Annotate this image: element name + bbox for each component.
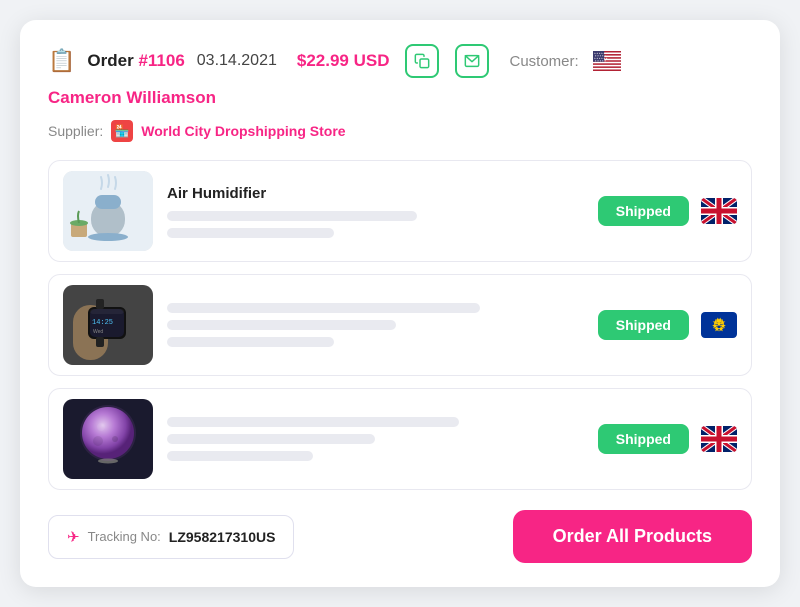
skeleton-2b — [167, 320, 396, 330]
product-right-2: Shipped — [598, 310, 737, 340]
order-all-products-button[interactable]: Order All Products — [513, 510, 752, 563]
product-item-1: Air Humidifier Shipped — [48, 160, 752, 262]
email-button[interactable] — [455, 44, 489, 78]
customer-name: Cameron Williamson — [48, 88, 216, 108]
product-image-1 — [63, 171, 153, 251]
skeleton-2a — [167, 303, 480, 313]
order-amount: $22.99 USD — [297, 51, 390, 71]
svg-text:14:25: 14:25 — [92, 319, 113, 327]
tracking-box: ✈ Tracking No: LZ958217310US — [48, 515, 294, 559]
header-row: 📋 Order #1106 03.14.2021 $22.99 USD Cust… — [48, 44, 752, 108]
shipped-badge-1: Shipped — [598, 196, 689, 226]
tracking-number: LZ958217310US — [169, 529, 276, 545]
skeleton-1b — [167, 228, 334, 238]
supplier-name: World City Dropshipping Store — [141, 123, 345, 139]
product-list: Air Humidifier Shipped — [48, 160, 752, 490]
order-label: Order #1106 — [87, 51, 184, 71]
footer-row: ✈ Tracking No: LZ958217310US Order All P… — [48, 510, 752, 563]
order-number: #1106 — [138, 51, 184, 70]
skeleton-2c — [167, 337, 334, 347]
customer-label: Customer: — [509, 53, 578, 70]
product-info-1: Air Humidifier — [167, 185, 584, 238]
us-flag-icon: ★ ★ ★ ★ ★ ★ ★ ★ ★ ★ ★ ★ ★ ★ ★ ★ ★ ★ ★ ★ … — [593, 51, 621, 71]
order-document-icon: 📋 — [48, 48, 75, 74]
eu-flag-icon-2 — [701, 312, 737, 338]
skeleton-3c — [167, 451, 313, 461]
product-name-1: Air Humidifier — [167, 185, 584, 202]
supplier-row: Supplier: 🏪 World City Dropshipping Stor… — [48, 120, 752, 142]
tracking-plane-icon: ✈ — [67, 528, 80, 546]
svg-text:Wed: Wed — [93, 329, 103, 335]
order-date: 03.14.2021 — [197, 52, 277, 70]
copy-button[interactable] — [405, 44, 439, 78]
supplier-store-icon: 🏪 — [111, 120, 133, 142]
skeleton-1a — [167, 211, 417, 221]
product-image-2: 14:25 Wed — [63, 285, 153, 365]
product-item-2: 14:25 Wed Shipped — [48, 274, 752, 376]
tracking-label: Tracking No: — [88, 529, 161, 544]
product-right-1: Shipped — [598, 196, 737, 226]
uk-flag-icon-1 — [701, 198, 737, 224]
svg-text:★ ★ ★ ★ ★: ★ ★ ★ ★ ★ — [594, 60, 605, 63]
product-info-2 — [167, 303, 584, 347]
order-card: 📋 Order #1106 03.14.2021 $22.99 USD Cust… — [20, 20, 780, 587]
product-right-3: Shipped — [598, 424, 737, 454]
product-info-3 — [167, 417, 584, 461]
uk-flag-icon-3 — [701, 426, 737, 452]
skeleton-3a — [167, 417, 459, 427]
skeleton-3b — [167, 434, 375, 444]
product-image-3 — [63, 399, 153, 479]
supplier-label: Supplier: — [48, 123, 103, 139]
shipped-badge-3: Shipped — [598, 424, 689, 454]
shipped-badge-2: Shipped — [598, 310, 689, 340]
product-item-3: Shipped — [48, 388, 752, 490]
